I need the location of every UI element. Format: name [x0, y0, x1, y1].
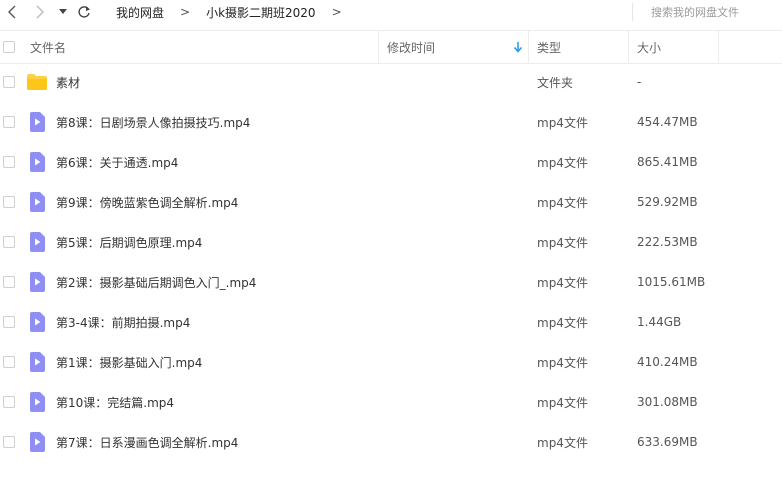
- row-checkbox[interactable]: [3, 196, 15, 208]
- video-file-icon: [26, 192, 48, 212]
- file-size: 1.44GB: [637, 315, 682, 329]
- list-item[interactable]: 第5课：后期调色原理.mp4 mp4文件 222.53MB: [0, 222, 782, 262]
- file-type: mp4文件: [537, 315, 588, 330]
- file-type: 文件夹: [537, 75, 574, 90]
- search-box: [632, 3, 782, 21]
- column-size-header[interactable]: 大小: [637, 31, 661, 63]
- file-name[interactable]: 第5课：后期调色原理.mp4: [56, 222, 202, 262]
- file-type: mp4文件: [537, 195, 588, 210]
- back-button[interactable]: [2, 2, 22, 22]
- list-item[interactable]: 第2课：摄影基础后期调色入门_.mp4 mp4文件 1015.61MB: [0, 262, 782, 302]
- file-type: mp4文件: [537, 235, 588, 250]
- video-file-icon: [26, 352, 48, 372]
- list-item[interactable]: 第8课：日剧场景人像拍摄技巧.mp4 mp4文件 454.47MB: [0, 102, 782, 142]
- refresh-button[interactable]: [74, 2, 94, 22]
- list-item[interactable]: 第7课：日系漫画色调全解析.mp4 mp4文件 633.69MB: [0, 422, 782, 462]
- select-all-checkbox[interactable]: [3, 41, 15, 53]
- column-divider: [378, 31, 379, 63]
- file-size: 633.69MB: [637, 435, 698, 449]
- row-checkbox[interactable]: [3, 436, 15, 448]
- file-name[interactable]: 第1课：摄影基础入门.mp4: [56, 342, 202, 382]
- file-browser: 我的网盘 > 小k摄影二期班2020 > 文件名 修改时间 类型 大小: [0, 0, 782, 477]
- forward-button[interactable]: [30, 2, 50, 22]
- column-modified-header[interactable]: 修改时间: [387, 31, 435, 63]
- file-size: 1015.61MB: [637, 275, 706, 289]
- row-checkbox[interactable]: [3, 76, 15, 88]
- file-type: mp4文件: [537, 395, 588, 410]
- file-type: mp4文件: [537, 355, 588, 370]
- breadcrumb-root[interactable]: 我的网盘: [108, 4, 172, 21]
- top-navigation-bar: 我的网盘 > 小k摄影二期班2020 >: [0, 0, 782, 24]
- search-input[interactable]: [649, 4, 782, 20]
- row-checkbox[interactable]: [3, 316, 15, 328]
- file-size: 410.24MB: [637, 355, 698, 369]
- column-divider: [628, 31, 629, 63]
- history-dropdown-button[interactable]: [56, 2, 70, 22]
- video-file-icon: [26, 392, 48, 412]
- list-item[interactable]: 第6课：关于通透.mp4 mp4文件 865.41MB: [0, 142, 782, 182]
- column-divider: [528, 31, 529, 63]
- file-type: mp4文件: [537, 155, 588, 170]
- row-checkbox[interactable]: [3, 356, 15, 368]
- breadcrumb: 我的网盘 > 小k摄影二期班2020 >: [108, 0, 350, 24]
- video-file-icon: [26, 432, 48, 452]
- arrow-down-icon[interactable]: [512, 40, 524, 54]
- breadcrumb-current[interactable]: 小k摄影二期班2020: [198, 4, 324, 21]
- file-name[interactable]: 第8课：日剧场景人像拍摄技巧.mp4: [56, 102, 250, 142]
- row-checkbox[interactable]: [3, 276, 15, 288]
- column-type-header[interactable]: 类型: [537, 31, 561, 63]
- row-checkbox[interactable]: [3, 396, 15, 408]
- column-name-header[interactable]: 文件名: [30, 31, 66, 63]
- file-size: -: [637, 75, 642, 89]
- video-file-icon: [26, 312, 48, 332]
- row-checkbox[interactable]: [3, 156, 15, 168]
- list-item[interactable]: 第10课：完结篇.mp4 mp4文件 301.08MB: [0, 382, 782, 422]
- chevron-right-icon: [36, 5, 44, 19]
- select-all-cell: [3, 31, 15, 63]
- column-header-row: 文件名 修改时间 类型 大小: [0, 30, 782, 64]
- file-name[interactable]: 第3-4课：前期拍摄.mp4: [56, 302, 190, 342]
- file-list: 素材 文件夹 - 第8课：日剧场景人像拍摄技巧.mp4 mp4文件 454.47…: [0, 62, 782, 462]
- list-item[interactable]: 第1课：摄影基础入门.mp4 mp4文件 410.24MB: [0, 342, 782, 382]
- file-type: mp4文件: [537, 435, 588, 450]
- file-name[interactable]: 第6课：关于通透.mp4: [56, 142, 178, 182]
- folder-icon: [26, 72, 48, 92]
- file-size: 222.53MB: [637, 235, 698, 249]
- file-name[interactable]: 素材: [56, 62, 80, 102]
- breadcrumb-separator: >: [180, 5, 191, 19]
- file-name[interactable]: 第7课：日系漫画色调全解析.mp4: [56, 422, 238, 462]
- row-checkbox[interactable]: [3, 116, 15, 128]
- caret-down-icon: [59, 9, 67, 14]
- video-file-icon: [26, 112, 48, 132]
- file-size: 301.08MB: [637, 395, 698, 409]
- list-item[interactable]: 第3-4课：前期拍摄.mp4 mp4文件 1.44GB: [0, 302, 782, 342]
- list-item[interactable]: 素材 文件夹 -: [0, 62, 782, 102]
- file-type: mp4文件: [537, 275, 588, 290]
- file-size: 529.92MB: [637, 195, 698, 209]
- file-size: 865.41MB: [637, 155, 698, 169]
- breadcrumb-trailing-separator[interactable]: >: [324, 5, 350, 19]
- file-type: mp4文件: [537, 115, 588, 130]
- chevron-left-icon: [8, 5, 16, 19]
- video-file-icon: [26, 152, 48, 172]
- video-file-icon: [26, 232, 48, 252]
- file-name[interactable]: 第2课：摄影基础后期调色入门_.mp4: [56, 262, 256, 302]
- row-checkbox[interactable]: [3, 236, 15, 248]
- column-divider: [718, 31, 719, 63]
- file-name[interactable]: 第10课：完结篇.mp4: [56, 382, 174, 422]
- file-name[interactable]: 第9课：傍晚蓝紫色调全解析.mp4: [56, 182, 238, 222]
- refresh-icon: [78, 6, 90, 18]
- file-size: 454.47MB: [637, 115, 698, 129]
- list-item[interactable]: 第9课：傍晚蓝紫色调全解析.mp4 mp4文件 529.92MB: [0, 182, 782, 222]
- video-file-icon: [26, 272, 48, 292]
